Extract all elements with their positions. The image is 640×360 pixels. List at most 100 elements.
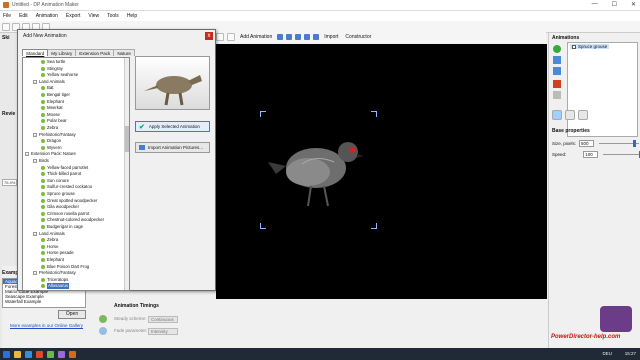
tree-group[interactable]: - Birds [33,158,49,164]
animation-canvas[interactable] [216,44,547,299]
tree-item[interactable]: Horse pesade [41,250,74,256]
tab-my-library[interactable]: My Library [47,49,77,56]
tree-item[interactable]: Crimson rosella parrot [41,211,89,217]
collapse-icon[interactable]: - [33,271,37,276]
tree-item[interactable]: Sun conure [41,178,69,184]
tree-item[interactable]: Sea turtle [41,59,65,65]
tree-item[interactable]: Zebra [41,125,58,131]
import-pictures-button[interactable]: Import Animation Pictures... [135,142,210,153]
tree-item[interactable]: Yellow seahorse [41,72,78,78]
minimize-button[interactable]: — [592,1,598,8]
tree-item[interactable]: Stingray [41,66,63,72]
collapse-icon[interactable]: - [25,152,29,157]
tree-item[interactable]: Bat [41,85,53,91]
tree-scrollbar[interactable] [124,58,129,290]
collapse-icon[interactable]: - [33,159,37,163]
tab-standard[interactable]: Standard [22,49,49,56]
duplicate-icon[interactable] [553,91,561,99]
tree-item[interactable]: Zebra [41,237,58,243]
menu-view[interactable]: View [88,13,99,19]
menu-tools[interactable]: Tools [107,13,119,19]
tree-item[interactable]: Gila woodpecker [41,204,79,210]
tree-group[interactable]: - Extension Pack: Nature [25,151,76,157]
add-icon[interactable] [553,45,561,53]
app-icon[interactable] [47,350,54,358]
pen-icon[interactable] [295,34,302,40]
browser-icon[interactable] [25,350,32,358]
menu-animation[interactable]: Animation [36,13,58,19]
fade-select[interactable]: Intensity [148,328,178,335]
menu-edit[interactable]: Edit [19,13,28,19]
tree-item[interactable]: Dragon [41,138,61,144]
tree-group[interactable]: - Land Animals [33,79,65,85]
close-window-button[interactable]: ✕ [631,1,636,8]
color-tab[interactable] [565,110,575,120]
tree-item[interactable]: Spruce grouse [41,191,75,197]
new-file-icon[interactable] [2,22,10,31]
tree-item[interactable]: Wyvern [41,145,62,151]
tree-item[interactable]: Blue Poison Dart Frog [41,264,89,270]
layers-icon[interactable] [313,34,320,40]
effects-tab[interactable] [578,110,588,120]
collapse-icon[interactable]: - [33,231,37,236]
slider-thumb[interactable] [633,140,637,147]
maximize-button[interactable]: ☐ [612,1,617,8]
tree-item[interactable]: Triceratops [41,277,68,283]
import-button[interactable]: Import [322,34,340,40]
tree-item[interactable]: Sulfur-crested cockatoo [41,184,92,190]
size-slider[interactable] [599,140,640,147]
move-down-icon[interactable] [553,67,561,75]
tree-item[interactable]: Elephant [41,257,64,263]
app-icon[interactable] [58,350,65,358]
clock[interactable]: 15:27 [625,351,636,356]
collapse-icon[interactable]: - [33,79,37,84]
grouse-bird-image[interactable] [216,44,547,299]
tree-item[interactable]: Allosaurus [41,283,70,290]
constructor-button[interactable]: Constructor [343,34,373,40]
canvas-tool-icon[interactable] [216,33,224,41]
start-icon[interactable] [3,350,10,358]
frame-icon[interactable] [286,34,293,40]
speed-input[interactable]: 100 [583,151,599,158]
collapse-icon[interactable]: - [33,132,37,137]
tab-nature[interactable]: Nature [113,49,135,56]
animation-maker-icon[interactable] [69,350,76,358]
tree-group[interactable]: - Land Animals [33,231,65,237]
language-indicator[interactable]: DEU [602,351,612,356]
list-item[interactable]: Waterfall Example [3,299,85,304]
tree-item[interactable]: Thick-billed parrot [41,171,81,177]
tree-item[interactable]: Bengal tiger [41,92,70,98]
base-properties-tab[interactable] [552,110,562,120]
move-up-icon[interactable] [553,56,561,64]
size-input[interactable]: 500 [579,140,595,147]
speed-slider[interactable] [603,151,640,158]
visibility-checkbox[interactable] [572,44,576,49]
tree-item[interactable]: Elephant [41,99,64,105]
screen-icon[interactable] [277,34,284,40]
list-item[interactable]: Spruce grouse [570,44,610,49]
brush-icon[interactable] [304,34,311,40]
tree-item[interactable]: Great spotted woodpecker [41,198,97,204]
canvas-tool-icon[interactable] [227,33,235,41]
menu-help[interactable]: Help [127,13,137,19]
add-animation-button[interactable]: Add Animation [238,34,274,40]
steady-select[interactable]: Continuous [148,316,178,323]
scrollbar-thumb[interactable] [125,126,129,152]
tab-extension-pack[interactable]: Extension Pack [75,49,115,56]
close-icon[interactable]: x [205,32,213,40]
delete-icon[interactable] [553,80,561,88]
tree-group[interactable]: - Prehistoric/Fantasy [33,132,76,138]
app-icon[interactable] [36,350,43,358]
tree-item[interactable]: Polar bear [41,118,67,124]
menu-export[interactable]: Export [66,13,80,19]
online-gallery-link[interactable]: More examples in our Online Gallery [10,323,83,328]
animations-list[interactable]: Spruce grouse [567,42,638,137]
apply-animation-button[interactable]: ✔ Apply Selected Animation [135,121,210,132]
menu-file[interactable]: File [3,13,11,19]
tree-item[interactable]: Meerkat [41,105,63,111]
zoom-field[interactable]: 75.4% [2,179,18,186]
animation-tree[interactable]: Sea turtle Stingray Yellow seahorse - Land A… [22,57,130,291]
open-example-button[interactable]: Open [58,310,86,319]
tree-item[interactable]: Horse [41,244,58,250]
folder-icon[interactable] [14,350,21,358]
